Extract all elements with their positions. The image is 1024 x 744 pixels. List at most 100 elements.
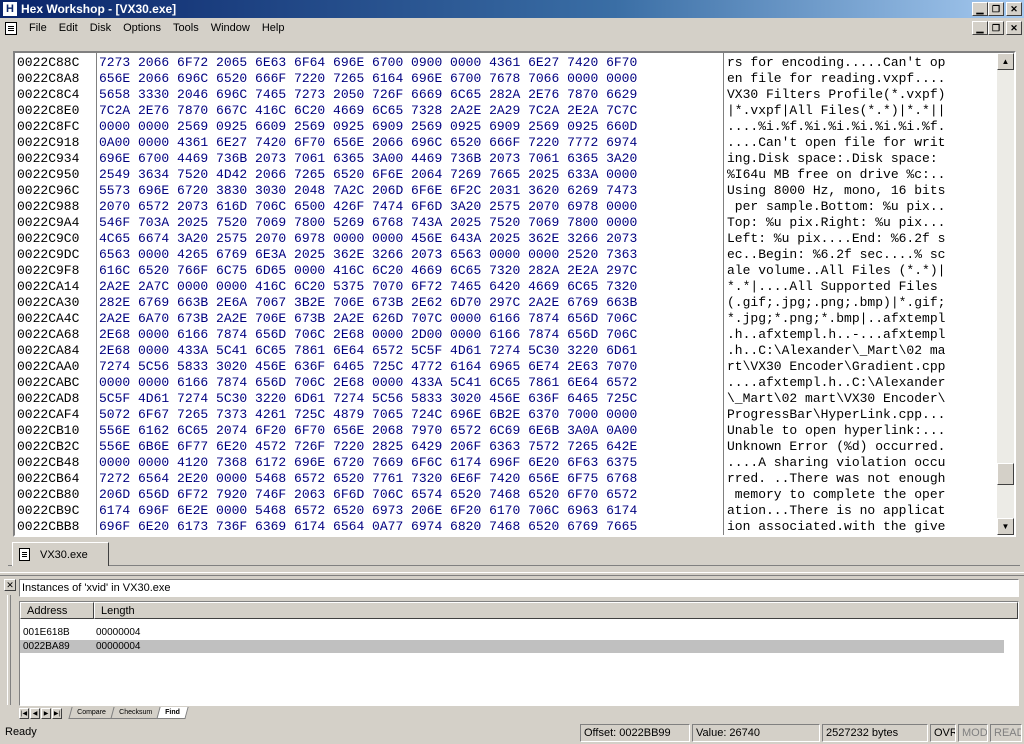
hex-row[interactable]: 0022C8E0 7C2A 2E76 7870 667C 416C 6C20 46… bbox=[15, 103, 996, 119]
row-hex-bytes[interactable]: 2E68 0000 6166 7874 656D 706C 2E68 0000 … bbox=[99, 327, 721, 343]
row-hex-bytes[interactable]: 5658 3330 2046 696C 7465 7273 2050 726F … bbox=[99, 87, 721, 103]
menu-help[interactable]: Help bbox=[256, 20, 291, 36]
hex-row[interactable]: 0022C8C4 5658 3330 2046 696C 7465 7273 20… bbox=[15, 87, 996, 103]
row-hex-bytes[interactable]: 0000 0000 4120 7368 6172 696E 6720 7669 … bbox=[99, 455, 721, 471]
row-ascii[interactable]: ProgressBar\HyperLink.cpp... bbox=[727, 407, 995, 423]
menu-disk[interactable]: Disk bbox=[84, 20, 117, 36]
hex-row[interactable]: 0022CA30 282E 6769 663B 2E6A 7067 3B2E 70… bbox=[15, 295, 996, 311]
row-hex-bytes[interactable]: 546F 703A 2025 7520 7069 7800 5269 6768 … bbox=[99, 215, 721, 231]
row-ascii[interactable]: ing.Disk space:.Disk space: bbox=[727, 151, 995, 167]
hex-row[interactable]: 0022CAA0 7274 5C56 5833 3020 456E 636F 64… bbox=[15, 359, 996, 375]
panel-grip[interactable] bbox=[7, 595, 11, 705]
hex-grid[interactable]: 0022C88C 7273 2066 6F72 2065 6E63 6F64 69… bbox=[15, 53, 996, 535]
prev-tab-icon[interactable]: ◀ bbox=[30, 708, 40, 719]
hex-row[interactable]: 0022CB80 206D 656D 6F72 7920 746F 2063 6F… bbox=[15, 487, 996, 503]
hex-row[interactable]: 0022CA14 2A2E 2A7C 0000 0000 416C 6C20 53… bbox=[15, 279, 996, 295]
row-ascii[interactable]: ....%i.%f.%i.%i.%i.%i.%i.%f. bbox=[727, 119, 995, 135]
row-hex-bytes[interactable]: 5072 6F67 7265 7373 4261 725C 4879 7065 … bbox=[99, 407, 721, 423]
minimize-button[interactable]: ▁ bbox=[972, 2, 988, 16]
row-hex-bytes[interactable]: 2A2E 6A70 673B 2A2E 706E 673B 2A2E 626D … bbox=[99, 311, 721, 327]
hex-row[interactable]: 0022C988 2070 6572 2073 616D 706C 6500 42… bbox=[15, 199, 996, 215]
row-ascii[interactable]: *.*|....All Supported Files bbox=[727, 279, 995, 295]
hex-row[interactable]: 0022C9F8 616C 6520 766F 6C75 6D65 0000 41… bbox=[15, 263, 996, 279]
row-ascii[interactable]: Using 8000 Hz, mono, 16 bits bbox=[727, 183, 995, 199]
hex-row[interactable]: 0022C918 0A00 0000 4361 6E27 7420 6F70 65… bbox=[15, 135, 996, 151]
row-hex-bytes[interactable]: 5C5F 4D61 7274 5C30 3220 6D61 7274 5C56 … bbox=[99, 391, 721, 407]
menu-file[interactable]: File bbox=[23, 20, 53, 36]
row-ascii[interactable]: Unknown Error (%d) occurred. bbox=[727, 439, 995, 455]
result-row[interactable]: 0022BA89 00000004 bbox=[20, 640, 1004, 653]
results-list[interactable]: Address Length 001E618B 00000004 0022BA89 0… bbox=[19, 601, 1019, 706]
tab-find[interactable]: Find bbox=[156, 707, 189, 719]
row-ascii[interactable]: |*.vxpf|All Files(*.*)|*.*|| bbox=[727, 103, 995, 119]
panel-close-icon[interactable]: ✕ bbox=[4, 579, 16, 591]
row-hex-bytes[interactable]: 2A2E 2A7C 0000 0000 416C 6C20 5375 7070 … bbox=[99, 279, 721, 295]
tab-checksum[interactable]: Checksum bbox=[110, 707, 161, 719]
menu-edit[interactable]: Edit bbox=[53, 20, 84, 36]
row-hex-bytes[interactable]: 556E 6B6E 6F77 6E20 4572 726F 7220 2825 … bbox=[99, 439, 721, 455]
title-bar[interactable]: H Hex Workshop - [VX30.exe] ▁ ❐ ✕ bbox=[0, 0, 1024, 18]
row-hex-bytes[interactable]: 7C2A 2E76 7870 667C 416C 6C20 4669 6C65 … bbox=[99, 103, 721, 119]
row-hex-bytes[interactable]: 6174 696F 6E2E 0000 5468 6572 6520 6973 … bbox=[99, 503, 721, 519]
column-address[interactable]: Address bbox=[20, 602, 94, 619]
hex-row[interactable]: 0022C9DC 6563 0000 4265 6769 6E3A 2025 36… bbox=[15, 247, 996, 263]
close-button[interactable]: ✕ bbox=[1006, 2, 1022, 16]
row-ascii[interactable]: .h..C:\Alexander\_Mart\02 ma bbox=[727, 343, 995, 359]
row-hex-bytes[interactable]: 556E 6162 6C65 2074 6F20 6F70 656E 2068 … bbox=[99, 423, 721, 439]
row-ascii[interactable]: ....Can't open file for writ bbox=[727, 135, 995, 151]
row-ascii[interactable]: Top: %u pix.Right: %u pix... bbox=[727, 215, 995, 231]
hex-row[interactable]: 0022CB48 0000 0000 4120 7368 6172 696E 67… bbox=[15, 455, 996, 471]
hex-row[interactable]: 0022CB64 7272 6564 2E20 0000 5468 6572 65… bbox=[15, 471, 996, 487]
row-hex-bytes[interactable]: 616C 6520 766F 6C75 6D65 0000 416C 6C20 … bbox=[99, 263, 721, 279]
row-hex-bytes[interactable]: 7274 5C56 5833 3020 456E 636F 6465 725C … bbox=[99, 359, 721, 375]
row-ascii[interactable]: VX30 Filters Profile(*.vxpf) bbox=[727, 87, 995, 103]
hex-row[interactable]: 0022CAF4 5072 6F67 7265 7373 4261 725C 48… bbox=[15, 407, 996, 423]
hex-row[interactable]: 0022C950 2549 3634 7520 4D42 2066 7265 65… bbox=[15, 167, 996, 183]
row-ascii[interactable]: Left: %u pix....End: %6.2f s bbox=[727, 231, 995, 247]
doc-restore-button[interactable]: ❐ bbox=[988, 21, 1004, 35]
row-hex-bytes[interactable]: 7273 2066 6F72 2065 6E63 6F64 696E 6700 … bbox=[99, 55, 721, 71]
row-ascii[interactable]: \_Mart\02 mart\VX30 Encoder\ bbox=[727, 391, 995, 407]
row-hex-bytes[interactable]: 696F 6E20 6173 736F 6369 6174 6564 0A77 … bbox=[99, 519, 721, 535]
row-hex-bytes[interactable]: 2549 3634 7520 4D42 2066 7265 6520 6F6E … bbox=[99, 167, 721, 183]
doc-close-button[interactable]: ✕ bbox=[1006, 21, 1022, 35]
restore-button[interactable]: ❐ bbox=[988, 2, 1004, 16]
scroll-up-icon[interactable]: ▲ bbox=[997, 53, 1014, 70]
hex-row[interactable]: 0022CA68 2E68 0000 6166 7874 656D 706C 2E… bbox=[15, 327, 996, 343]
document-menu-icon[interactable] bbox=[5, 21, 17, 35]
first-tab-icon[interactable]: |◀ bbox=[19, 708, 29, 719]
row-ascii[interactable]: rred. ..There was not enough bbox=[727, 471, 995, 487]
hex-editor-view[interactable]: 0022C88C 7273 2066 6F72 2065 6E63 6F64 69… bbox=[13, 51, 1016, 537]
row-hex-bytes[interactable]: 0000 0000 6166 7874 656D 706C 2E68 0000 … bbox=[99, 375, 721, 391]
last-tab-icon[interactable]: ▶| bbox=[52, 708, 62, 719]
row-ascii[interactable]: ....afxtempl.h..C:\Alexander bbox=[727, 375, 995, 391]
hex-row[interactable]: 0022C88C 7273 2066 6F72 2065 6E63 6F64 69… bbox=[15, 55, 996, 71]
row-hex-bytes[interactable]: 0000 0000 2569 0925 6609 2569 0925 6909 … bbox=[99, 119, 721, 135]
hex-row[interactable]: 0022CB10 556E 6162 6C65 2074 6F20 6F70 65… bbox=[15, 423, 996, 439]
doc-minimize-button[interactable]: ▁ bbox=[972, 21, 988, 35]
row-hex-bytes[interactable]: 2E68 0000 433A 5C41 6C65 7861 6E64 6572 … bbox=[99, 343, 721, 359]
row-hex-bytes[interactable]: 4C65 6674 3A20 2575 2070 6978 0000 0000 … bbox=[99, 231, 721, 247]
row-hex-bytes[interactable]: 282E 6769 663B 2E6A 7067 3B2E 706E 673B … bbox=[99, 295, 721, 311]
scroll-thumb[interactable] bbox=[997, 463, 1014, 485]
row-ascii[interactable]: memory to complete the oper bbox=[727, 487, 995, 503]
row-ascii[interactable]: en file for reading.vxpf.... bbox=[727, 71, 995, 87]
row-hex-bytes[interactable]: 206D 656D 6F72 7920 746F 2063 6F6D 706C … bbox=[99, 487, 721, 503]
hex-row[interactable]: 0022C96C 5573 696E 6720 3830 3030 2048 7A… bbox=[15, 183, 996, 199]
row-ascii[interactable]: ion associated.with the give bbox=[727, 519, 995, 535]
hex-row[interactable]: 0022C8FC 0000 0000 2569 0925 6609 2569 09… bbox=[15, 119, 996, 135]
menu-options[interactable]: Options bbox=[117, 20, 167, 36]
column-length[interactable]: Length bbox=[94, 602, 1018, 619]
hex-row[interactable]: 0022CA4C 2A2E 6A70 673B 2A2E 706E 673B 2A… bbox=[15, 311, 996, 327]
row-ascii[interactable]: ....A sharing violation occu bbox=[727, 455, 995, 471]
hex-row[interactable]: 0022C9A4 546F 703A 2025 7520 7069 7800 52… bbox=[15, 215, 996, 231]
hex-row[interactable]: 0022CBB8 696F 6E20 6173 736F 6369 6174 65… bbox=[15, 519, 996, 535]
hex-vertical-scrollbar[interactable]: ▲ ▼ bbox=[997, 53, 1014, 535]
hex-row[interactable]: 0022C8A8 656E 2066 696C 6520 666F 7220 72… bbox=[15, 71, 996, 87]
row-hex-bytes[interactable]: 6563 0000 4265 6769 6E3A 2025 362E 3266 … bbox=[99, 247, 721, 263]
row-ascii[interactable]: (.gif;.jpg;.png;.bmp)|*.gif; bbox=[727, 295, 995, 311]
row-ascii[interactable]: rs for encoding.....Can't op bbox=[727, 55, 995, 71]
row-ascii[interactable]: *.jpg;*.png;*.bmp|..afxtempl bbox=[727, 311, 995, 327]
tab-vx30-exe[interactable]: VX30.exe bbox=[12, 542, 109, 566]
row-ascii[interactable]: ale volume..All Files (*.*)| bbox=[727, 263, 995, 279]
